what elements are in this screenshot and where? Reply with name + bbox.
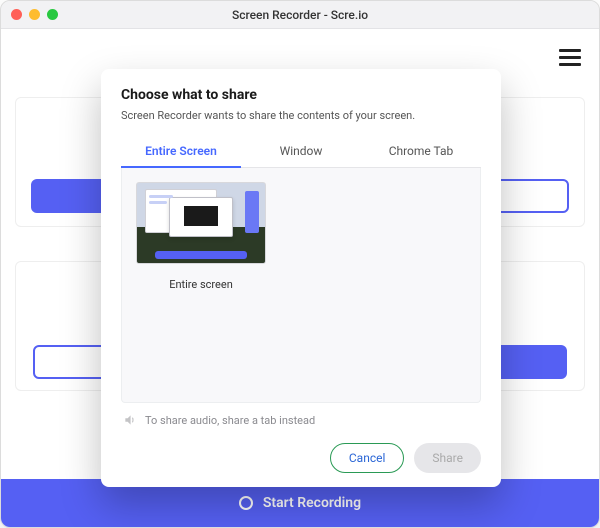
- audio-note-text: To share audio, share a tab instead: [145, 414, 315, 427]
- screen-option[interactable]: Entire screen: [136, 182, 266, 291]
- tab-entire-screen[interactable]: Entire Screen: [121, 136, 241, 168]
- app-window: Screen Recorder - Scre.io Start Recordin…: [0, 0, 600, 528]
- titlebar: Screen Recorder - Scre.io: [1, 1, 599, 29]
- window-title: Screen Recorder - Scre.io: [1, 8, 599, 22]
- cancel-button[interactable]: Cancel: [330, 443, 405, 473]
- audio-note: To share audio, share a tab instead: [121, 403, 481, 431]
- menu-button[interactable]: [559, 45, 581, 70]
- screen-thumbnail-label: Entire screen: [136, 278, 266, 291]
- speaker-icon: [123, 413, 137, 427]
- screen-thumbnail[interactable]: [136, 182, 266, 264]
- dialog-heading: Choose what to share: [121, 87, 481, 103]
- app-body: Start Recording Choose what to share Scr…: [1, 29, 599, 527]
- share-button: Share: [414, 443, 481, 473]
- share-tabs: Entire Screen Window Chrome Tab: [121, 136, 481, 168]
- start-recording-label: Start Recording: [263, 495, 361, 511]
- share-options-area: Entire screen: [121, 168, 481, 403]
- share-dialog: Choose what to share Screen Recorder wan…: [101, 69, 501, 487]
- tab-chrome-tab[interactable]: Chrome Tab: [361, 136, 481, 167]
- tab-window[interactable]: Window: [241, 136, 361, 167]
- dialog-actions: Cancel Share: [121, 431, 481, 473]
- dialog-subtext: Screen Recorder wants to share the conte…: [121, 109, 481, 122]
- record-circle-icon: [239, 496, 253, 510]
